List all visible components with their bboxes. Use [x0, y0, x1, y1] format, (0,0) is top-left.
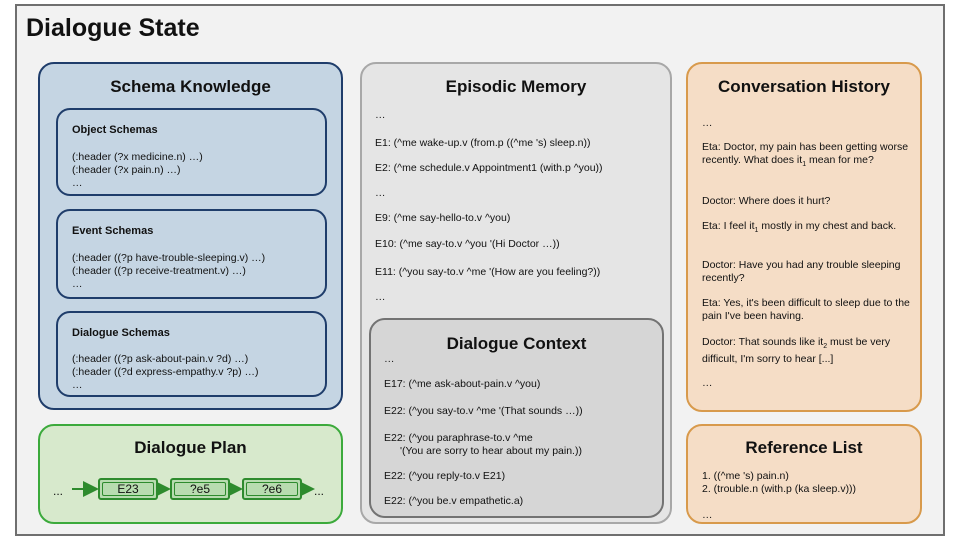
plan-node-label: ?e5 — [189, 482, 211, 496]
dialogue-schema-line: (:header ((?d express-empathy.v ?p) …) — [72, 366, 259, 378]
conversation-history-title: Conversation History — [718, 77, 890, 96]
object-schema-line: (:header (?x medicine.n) …) — [72, 151, 203, 163]
history-entry: Doctor: Where does it hurt? — [702, 195, 831, 207]
schema-knowledge-title: Schema Knowledge — [110, 77, 271, 96]
history-entry: Eta: I feel it1 mostly in my chest and b… — [702, 220, 912, 237]
dialogue-schema-line: (:header ((?p ask-about-pain.v ?d) …) — [72, 353, 249, 365]
history-text: mean for me? — [809, 154, 874, 166]
dialogue-plan-title: Dialogue Plan — [134, 438, 247, 457]
context-line: E22: (^you be.v empathetic.a) — [384, 495, 524, 507]
history-text: Eta: Doctor, my pain has been getting wo… — [702, 141, 909, 166]
reference-list-title: Reference List — [745, 438, 863, 457]
history-subscript: 1 — [802, 161, 807, 169]
episodic-line: … — [375, 187, 386, 199]
plan-ellipsis-right: ... — [314, 484, 325, 498]
history-entry: Eta: Yes, it's been difficult to sleep d… — [702, 297, 910, 322]
history-text: Doctor: That sounds like it — [702, 336, 824, 348]
reference-item: 2. (trouble.n (with.p (ka sleep.v))) — [702, 483, 857, 495]
plan-node-label: E23 — [117, 482, 139, 496]
context-line: … — [384, 353, 395, 365]
page-title: Dialogue State — [26, 14, 200, 42]
context-line: E22: (^you reply-to.v E21) — [384, 470, 506, 482]
context-line: E22: (^you say-to.v ^me '(That sounds …)… — [384, 405, 583, 417]
history-entry: Eta: Doctor, my pain has been getting wo… — [702, 141, 912, 171]
event-schema-line: (:header ((?p receive-treatment.v) …) — [72, 265, 246, 277]
dialogue-schemas-title: Dialogue Schemas — [72, 327, 170, 339]
context-line: '(You are sorry to hear about my pain.)) — [400, 445, 582, 457]
reference-item: 1. ((^me 's) pain.n) — [702, 470, 789, 482]
history-subscript: 1 — [754, 227, 759, 235]
object-schema-line: … — [72, 177, 83, 189]
context-line: E17: (^me ask-about-pain.v ^you) — [384, 378, 541, 390]
object-schemas-title: Object Schemas — [72, 124, 158, 136]
episodic-line: E11: (^you say-to.v ^me '(How are you fe… — [375, 266, 601, 278]
history-entry: Doctor: Have you had any trouble sleepin… — [702, 259, 901, 284]
event-schema-line: (:header ((?p have-trouble-sleeping.v) …… — [72, 252, 266, 264]
plan-node-label: ?e6 — [261, 482, 283, 496]
episodic-line: … — [375, 109, 386, 121]
object-schema-line: (:header (?x pain.n) …) — [72, 164, 181, 176]
episodic-line: E9: (^me say-hello-to.v ^you) — [375, 212, 511, 224]
episodic-line: E10: (^me say-to.v ^you '(Hi Doctor …)) — [375, 238, 560, 250]
history-entry: Doctor: That sounds like it2 must be ver… — [702, 336, 912, 366]
event-schemas-title: Event Schemas — [72, 225, 154, 237]
history-text: Eta: I feel it — [702, 220, 755, 232]
plan-node: ?e6 — [242, 478, 302, 500]
episodic-line: E2: (^me schedule.v Appointment1 (with.p… — [375, 162, 603, 174]
plan-ellipsis-left: ... — [53, 484, 64, 498]
history-text: mostly in my chest and back. — [761, 220, 897, 232]
episodic-line: E1: (^me wake-up.v (from.p ((^me 's) sle… — [375, 137, 591, 149]
dialogue-context-title: Dialogue Context — [446, 334, 587, 353]
dialogue-schema-line: … — [72, 379, 83, 391]
reference-ellipsis: … — [702, 509, 713, 521]
event-schema-line: … — [72, 278, 83, 290]
episodic-line: … — [375, 291, 386, 303]
plan-node: E23 — [98, 478, 158, 500]
episodic-memory-title: Episodic Memory — [445, 77, 587, 96]
plan-node: ?e5 — [170, 478, 230, 500]
history-line: … — [702, 377, 713, 389]
context-line: E22: (^you paraphrase-to.v ^me — [384, 432, 533, 444]
history-line: … — [702, 117, 713, 129]
history-subscript: 2 — [823, 343, 828, 351]
